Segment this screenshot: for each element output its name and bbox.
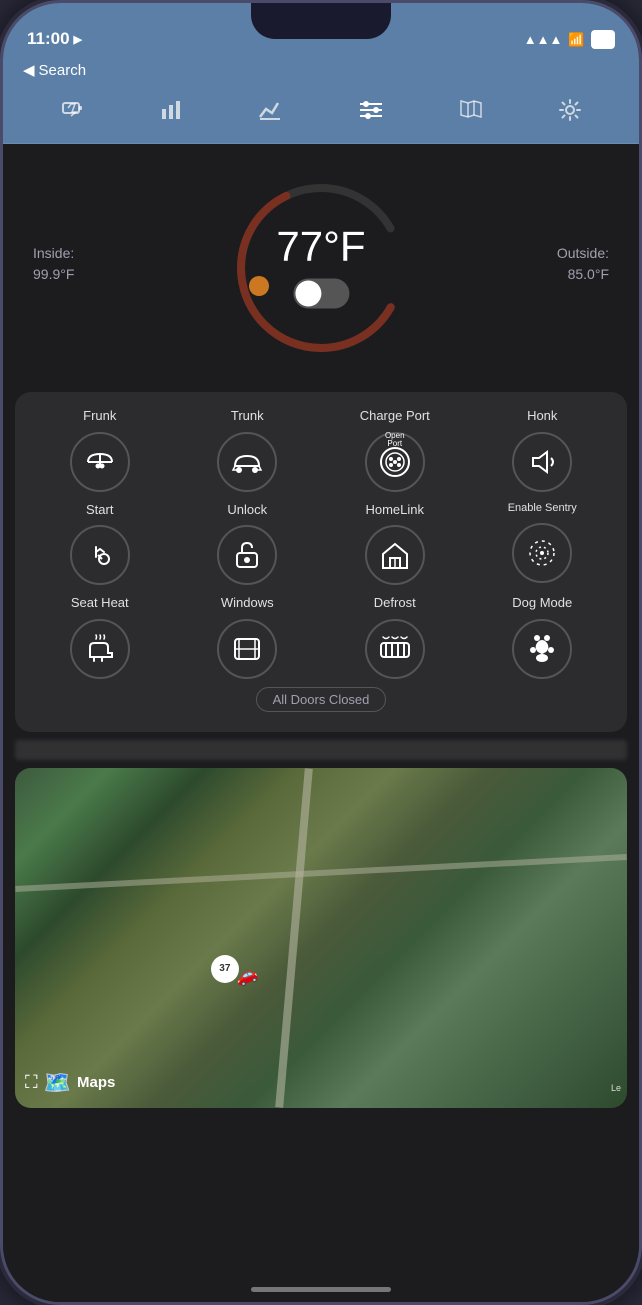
map-bottom-bar: ⛶ 🗺️ Maps	[25, 1070, 115, 1096]
tab-stats[interactable]	[150, 95, 192, 131]
seat-heat-button[interactable]	[70, 619, 130, 679]
phone-frame: 11:00 ▶ ▲▲▲ 📶 74 ◀ Search	[0, 0, 642, 1305]
temp-value: 77°F	[276, 223, 365, 271]
trunk-button[interactable]	[217, 432, 277, 492]
dog-mode-button[interactable]	[512, 619, 572, 679]
defrost-control[interactable]: Defrost	[326, 595, 464, 679]
door-status-badge: All Doors Closed	[256, 687, 387, 712]
battery-indicator: 74	[591, 30, 615, 49]
honk-label: Honk	[527, 408, 557, 424]
seat-heat-label: Seat Heat	[71, 595, 129, 611]
honk-control[interactable]: Honk	[474, 408, 612, 492]
maps-label: Maps	[77, 1074, 115, 1091]
controls-grid: Frunk Trunk	[31, 408, 611, 679]
dog-mode-label: Dog Mode	[512, 595, 572, 611]
expand-icon[interactable]: ⛶	[25, 1072, 38, 1093]
honk-button[interactable]	[512, 432, 572, 492]
back-label: Search	[39, 62, 87, 79]
defrost-button[interactable]	[365, 619, 425, 679]
inside-temp-label: Inside: 99.9°F	[33, 243, 74, 285]
seat-heat-control[interactable]: Seat Heat	[31, 595, 169, 679]
thermostat-section: Inside: 99.9°F 77°F	[3, 144, 639, 384]
homelink-label: HomeLink	[365, 502, 424, 518]
frunk-button[interactable]	[70, 432, 130, 492]
tab-controls[interactable]	[348, 95, 394, 131]
notch	[251, 3, 391, 39]
sentry-control[interactable]: Enable Sentry	[474, 502, 612, 586]
wifi-icon: 📶	[568, 32, 584, 48]
tab-charge[interactable]	[51, 95, 95, 131]
back-arrow: ◀	[23, 61, 35, 79]
temperature-display: 77°F	[276, 223, 365, 314]
ac-toggle[interactable]	[293, 279, 349, 309]
nav-bar: ◀ Search	[3, 57, 639, 89]
blur-bar	[15, 740, 627, 760]
charge-port-control[interactable]: Charge Port OpenPort	[326, 408, 464, 492]
temperature-dial[interactable]: 77°F	[221, 168, 421, 368]
status-icons: ▲▲▲ 📶 74	[524, 30, 615, 49]
dog-mode-control[interactable]: Dog Mode	[474, 595, 612, 679]
tab-bar	[3, 89, 639, 144]
map-legend: Le	[611, 1078, 621, 1096]
start-button[interactable]	[70, 525, 130, 585]
trunk-control[interactable]: Trunk	[179, 408, 317, 492]
home-indicator	[251, 1287, 391, 1292]
frunk-control[interactable]: Frunk	[31, 408, 169, 492]
trunk-label: Trunk	[231, 408, 264, 424]
sentry-label: Enable Sentry	[508, 502, 577, 515]
door-status-text: All Doors Closed	[273, 692, 370, 707]
unlock-button[interactable]	[217, 525, 277, 585]
unlock-label: Unlock	[227, 502, 267, 518]
controls-section: Frunk Trunk	[15, 392, 627, 732]
start-label: Start	[86, 502, 113, 518]
main-content: Inside: 99.9°F 77°F	[3, 144, 639, 1302]
frunk-label: Frunk	[83, 408, 116, 424]
map-overlay	[15, 768, 627, 1108]
time-display: 11:00	[27, 29, 70, 49]
windows-control[interactable]: Windows	[179, 595, 317, 679]
outside-temp-label: Outside: 85.0°F	[557, 243, 609, 285]
charge-port-button[interactable]: OpenPort	[365, 432, 425, 492]
signal-icon: ▲▲▲	[524, 32, 563, 47]
windows-button[interactable]	[217, 619, 277, 679]
unlock-control[interactable]: Unlock	[179, 502, 317, 586]
defrost-label: Defrost	[374, 595, 416, 611]
start-control[interactable]: Start	[31, 502, 169, 586]
location-icon: ▶	[74, 33, 82, 46]
homelink-button[interactable]	[365, 525, 425, 585]
windows-label: Windows	[221, 595, 274, 611]
tab-settings[interactable]	[549, 95, 591, 131]
maps-icon: 🗺️	[44, 1070, 71, 1096]
back-button[interactable]: ◀ Search	[23, 61, 86, 79]
homelink-control[interactable]: HomeLink	[326, 502, 464, 586]
sentry-button[interactable]	[512, 523, 572, 583]
tab-chart[interactable]	[248, 95, 292, 131]
tab-map[interactable]	[449, 95, 493, 131]
door-status-container: All Doors Closed	[31, 679, 611, 716]
map-section[interactable]: 37 🚗 ⛶ 🗺️ Maps Le	[15, 768, 627, 1108]
charge-port-label: Charge Port	[360, 408, 430, 424]
